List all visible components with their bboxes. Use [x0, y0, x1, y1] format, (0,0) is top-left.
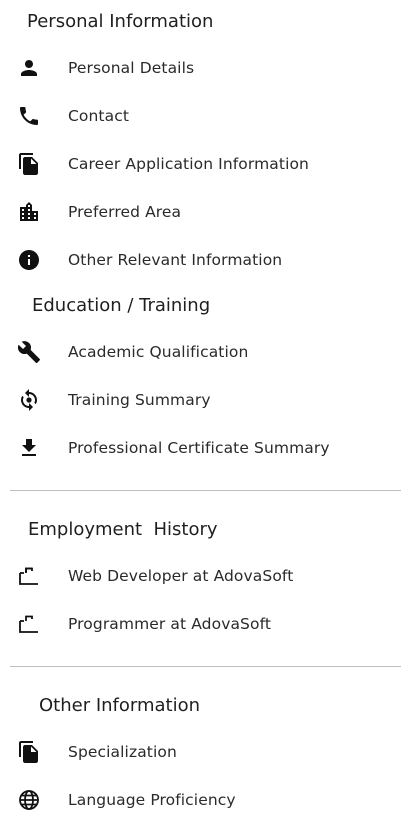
menu-item-professional-certificate-summary[interactable]: Professional Certificate Summary — [0, 426, 411, 470]
globe-icon — [17, 788, 41, 812]
menu-item-label: Career Application Information — [68, 155, 309, 173]
menu-item-specialization[interactable]: Specialization — [0, 730, 411, 774]
menu-item-training-summary[interactable]: Training Summary — [0, 378, 411, 422]
sync-icon — [17, 388, 41, 412]
menu-item-label: Professional Certificate Summary — [68, 439, 330, 457]
download-icon — [17, 436, 41, 460]
wrench-icon — [17, 340, 41, 364]
phone-icon — [17, 104, 41, 128]
menu-item-label: Academic Qualification — [68, 343, 249, 361]
person-icon — [17, 56, 41, 80]
menu-item-label: Contact — [68, 107, 130, 125]
menu-item-label: Language Proficiency — [68, 791, 236, 809]
section-divider — [10, 666, 401, 667]
menu-item-label: Other Relevant Information — [68, 251, 283, 269]
menu-item-label: Personal Details — [68, 59, 195, 77]
menu-item-label: Preferred Area — [68, 203, 182, 221]
city-icon — [17, 200, 41, 224]
menu-item-language-proficiency[interactable]: Language Proficiency — [0, 778, 411, 822]
briefcase-outline-icon — [17, 564, 41, 588]
menu-item-personal-details[interactable]: Personal Details — [0, 46, 411, 90]
menu-item-label: Training Summary — [68, 391, 211, 409]
section-title-personal-information: Personal Information — [27, 11, 214, 32]
menu-item-career-application-information[interactable]: Career Application Information — [0, 142, 411, 186]
file-copy-icon — [17, 152, 41, 176]
briefcase-outline-icon — [17, 612, 41, 636]
menu-item-academic-qualification[interactable]: Academic Qualification — [0, 330, 411, 374]
section-divider — [10, 490, 401, 491]
section-title-other-information: Other Information — [39, 695, 201, 716]
file-copy-icon — [17, 740, 41, 764]
info-icon — [17, 248, 41, 272]
menu-item-label: Programmer at AdovaSoft — [68, 615, 272, 633]
menu-item-contact[interactable]: Contact — [0, 94, 411, 138]
menu-item-programmer-adovasoft[interactable]: Programmer at AdovaSoft — [0, 602, 411, 646]
menu-item-preferred-area[interactable]: Preferred Area — [0, 190, 411, 234]
menu-item-web-developer-adovasoft[interactable]: Web Developer at AdovaSoft — [0, 554, 411, 598]
section-title-education-training: Education / Training — [32, 295, 211, 316]
menu-item-label: Specialization — [68, 743, 177, 761]
menu-item-other-relevant-information[interactable]: Other Relevant Information — [0, 238, 411, 282]
menu-item-label: Web Developer at AdovaSoft — [68, 567, 294, 585]
section-title-employment-history: Employment History — [28, 519, 218, 540]
